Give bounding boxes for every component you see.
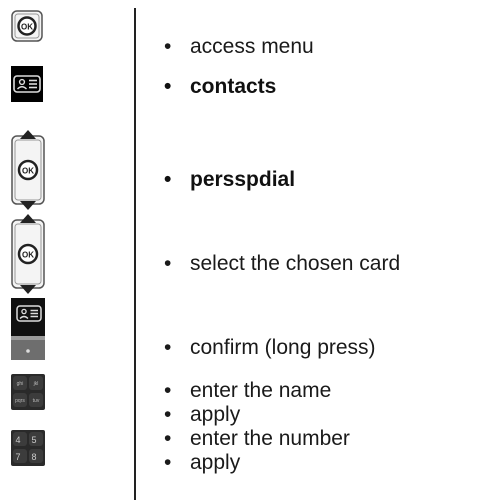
step-confirm-long-press: • confirm (long press): [164, 336, 376, 360]
key-7: 7: [15, 452, 20, 462]
step-enter-number: • enter the number: [164, 427, 350, 451]
key-ghi: ghi: [17, 381, 24, 387]
bullet: •: [164, 168, 172, 191]
step-text: enter the name: [190, 379, 332, 402]
step-text: persspdial: [190, 168, 296, 191]
svg-text:OK: OK: [21, 22, 33, 31]
svg-text:OK: OK: [22, 166, 34, 175]
key-tuv: tuv: [33, 398, 40, 404]
step-select-card: • select the chosen card: [164, 252, 401, 276]
step-enter-name: • enter the name: [164, 379, 332, 403]
step-text: confirm (long press): [190, 336, 376, 359]
navigate-up-down-icon: OK: [11, 130, 45, 210]
step-persspdial: • persspdial: [164, 168, 296, 192]
svg-text:OK: OK: [22, 250, 34, 259]
bullet: •: [164, 75, 172, 98]
step-access-menu: • access menu: [164, 35, 314, 59]
step-text: enter the number: [190, 427, 350, 450]
key-8: 8: [31, 452, 36, 462]
step-text: apply: [190, 451, 241, 474]
contacts-icon: [11, 66, 43, 102]
key-5: 5: [31, 435, 36, 445]
step-contacts: • contacts: [164, 75, 277, 99]
step-text: contacts: [190, 75, 277, 98]
bullet: •: [164, 252, 172, 275]
key-4: 4: [15, 435, 20, 445]
bullet: •: [164, 336, 172, 359]
keypad-numbers-icon: 4 5 7 8: [11, 430, 45, 466]
key-jkl: jkl: [33, 381, 39, 387]
step-apply-number: • apply: [164, 451, 241, 475]
step-text: select the chosen card: [190, 252, 401, 275]
bullet: •: [164, 427, 172, 450]
ok-button-icon: OK: [11, 10, 43, 42]
key-pqrs: pqrs: [15, 398, 25, 404]
step-text: apply: [190, 403, 241, 426]
bullet: •: [164, 35, 172, 58]
keypad-letters-icon: ghi jkl pqrs tuv: [11, 374, 45, 410]
bullet: •: [164, 403, 172, 426]
bullet: •: [164, 451, 172, 474]
column-divider: [134, 8, 136, 500]
contacts-long-press-icon: [11, 298, 45, 360]
step-text: access menu: [190, 35, 314, 58]
navigate-select-icon: OK: [11, 214, 45, 294]
step-apply-name: • apply: [164, 403, 241, 427]
bullet: •: [164, 379, 172, 402]
